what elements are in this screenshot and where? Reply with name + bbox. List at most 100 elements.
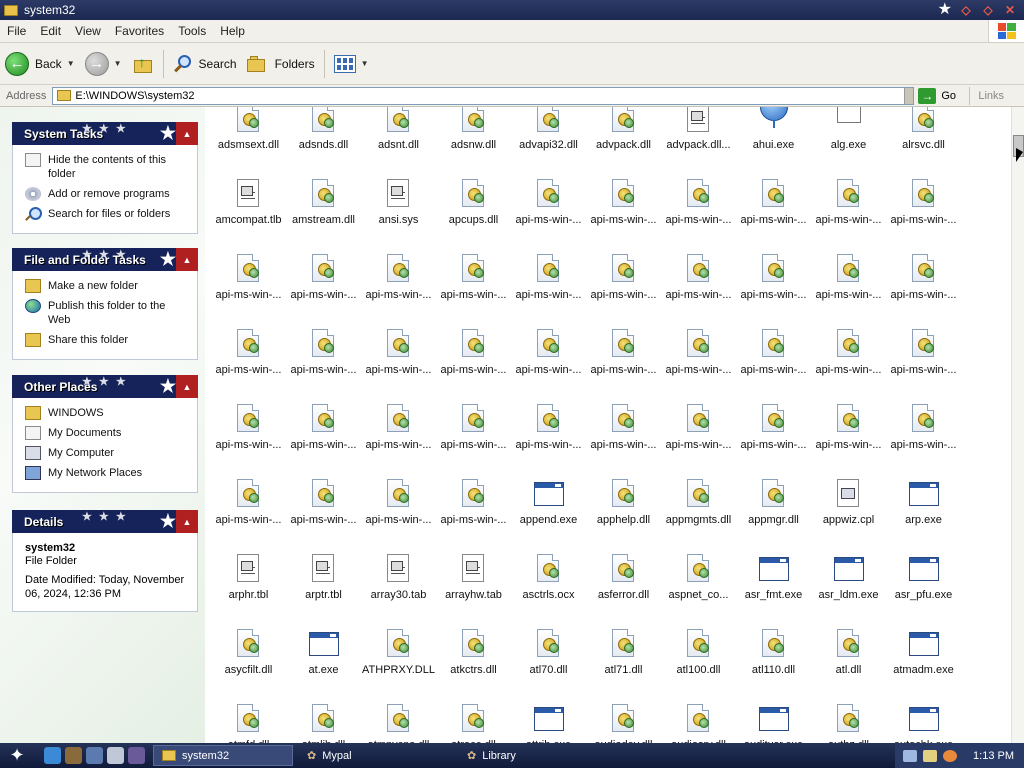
- collapse-chevron-icon[interactable]: ▲: [176, 510, 198, 533]
- file-item[interactable]: api-ms-win-...: [361, 472, 436, 547]
- go-button[interactable]: → Go: [918, 86, 971, 105]
- file-item[interactable]: api-ms-win-...: [511, 397, 586, 472]
- minimize-button[interactable]: ◇: [958, 3, 974, 17]
- file-item[interactable]: api-ms-win-...: [211, 322, 286, 397]
- file-item[interactable]: api-ms-win-...: [436, 472, 511, 547]
- forward-button[interactable]: → ▼: [80, 48, 127, 80]
- player-icon[interactable]: [128, 747, 145, 764]
- file-item[interactable]: atrace.dll: [436, 697, 511, 743]
- file-item[interactable]: advpack.dll: [586, 107, 661, 172]
- file-item[interactable]: api-ms-win-...: [811, 172, 886, 247]
- file-item[interactable]: api-ms-win-...: [286, 247, 361, 322]
- file-item[interactable]: atl100.dll: [661, 622, 736, 697]
- place-my-network[interactable]: My Network Places: [25, 466, 189, 480]
- file-item[interactable]: attrib.exe: [511, 697, 586, 743]
- file-item[interactable]: ATHPRXY.DLL: [361, 622, 436, 697]
- links-toolbar[interactable]: Links: [978, 90, 1004, 102]
- clock[interactable]: 1:13 PM: [973, 750, 1014, 762]
- back-button[interactable]: ← Back ▼: [0, 48, 80, 80]
- file-item[interactable]: audiosrv.dll: [661, 697, 736, 743]
- file-item[interactable]: asferror.dll: [586, 547, 661, 622]
- file-item[interactable]: asr_fmt.exe: [736, 547, 811, 622]
- system-tasks-header[interactable]: ★ ★ ★ System Tasks ★ ▲: [12, 122, 198, 145]
- file-item[interactable]: auditusr.exe: [736, 697, 811, 743]
- file-item[interactable]: api-ms-win-...: [511, 322, 586, 397]
- file-item[interactable]: api-ms-win-...: [661, 397, 736, 472]
- file-item[interactable]: api-ms-win-...: [586, 322, 661, 397]
- forward-dropdown-icon[interactable]: ▼: [114, 59, 122, 68]
- vertical-scrollbar[interactable]: [1011, 107, 1024, 743]
- maximize-button[interactable]: ◇: [980, 3, 996, 17]
- file-item[interactable]: atl71.dll: [586, 622, 661, 697]
- file-item[interactable]: atl70.dll: [511, 622, 586, 697]
- folders-button[interactable]: Folders: [242, 48, 320, 80]
- file-item[interactable]: arptr.tbl: [286, 547, 361, 622]
- keyboard-icon[interactable]: [903, 749, 918, 762]
- file-item[interactable]: adsnw.dll: [436, 107, 511, 172]
- browser-icon[interactable]: [44, 747, 61, 764]
- file-item[interactable]: alrsvc.dll: [886, 107, 961, 172]
- file-item[interactable]: api-ms-win-...: [511, 172, 586, 247]
- file-item[interactable]: ahui.exe: [736, 107, 811, 172]
- file-item[interactable]: ansi.sys: [361, 172, 436, 247]
- file-item[interactable]: api-ms-win-...: [211, 397, 286, 472]
- file-item[interactable]: audiodev.dll: [586, 697, 661, 743]
- address-dropdown-button[interactable]: [904, 87, 914, 104]
- file-item[interactable]: adsmsext.dll: [211, 107, 286, 172]
- file-item[interactable]: api-ms-win-...: [436, 322, 511, 397]
- app-icon[interactable]: [65, 747, 82, 764]
- file-item[interactable]: array30.tab: [361, 547, 436, 622]
- file-item[interactable]: api-ms-win-...: [811, 247, 886, 322]
- network-tray-icon[interactable]: [923, 749, 938, 762]
- file-item[interactable]: advpack.dll...: [661, 107, 736, 172]
- file-item[interactable]: api-ms-win-...: [211, 247, 286, 322]
- details-header[interactable]: ★ ★ ★ Details ★ ▲: [12, 510, 198, 533]
- file-item[interactable]: authz.dll: [811, 697, 886, 743]
- file-item[interactable]: asr_ldm.exe: [811, 547, 886, 622]
- taskbar-button-library[interactable]: ✿ Library: [459, 745, 619, 766]
- search-button[interactable]: Search: [168, 48, 242, 80]
- file-item[interactable]: adsnds.dll: [286, 107, 361, 172]
- file-item[interactable]: advapi32.dll: [511, 107, 586, 172]
- file-item[interactable]: api-ms-win-...: [886, 397, 961, 472]
- file-item[interactable]: api-ms-win-...: [661, 322, 736, 397]
- address-input[interactable]: E:\WINDOWS\system32: [52, 86, 915, 105]
- file-item[interactable]: api-ms-win-...: [736, 172, 811, 247]
- menu-help[interactable]: Help: [213, 24, 252, 38]
- desktop-icon[interactable]: [107, 747, 124, 764]
- file-item[interactable]: api-ms-win-...: [286, 472, 361, 547]
- file-item[interactable]: asr_pfu.exe: [886, 547, 961, 622]
- file-item[interactable]: amstream.dll: [286, 172, 361, 247]
- file-item[interactable]: atmfd.dll: [211, 697, 286, 743]
- menu-tools[interactable]: Tools: [171, 24, 213, 38]
- file-item[interactable]: api-ms-win-...: [661, 247, 736, 322]
- file-item[interactable]: api-ms-win-...: [736, 322, 811, 397]
- file-item[interactable]: atmpvcno.dll: [361, 697, 436, 743]
- file-item[interactable]: api-ms-win-...: [586, 172, 661, 247]
- collapse-chevron-icon[interactable]: ▲: [176, 248, 198, 271]
- file-item[interactable]: api-ms-win-...: [286, 322, 361, 397]
- task-add-remove-programs[interactable]: Add or remove programs: [25, 187, 189, 201]
- file-item[interactable]: apcups.dll: [436, 172, 511, 247]
- file-item[interactable]: appwiz.cpl: [811, 472, 886, 547]
- file-item[interactable]: api-ms-win-...: [436, 247, 511, 322]
- file-item[interactable]: apphelp.dll: [586, 472, 661, 547]
- file-item[interactable]: adsnt.dll: [361, 107, 436, 172]
- file-item[interactable]: arrayhw.tab: [436, 547, 511, 622]
- file-item[interactable]: api-ms-win-...: [586, 247, 661, 322]
- file-item[interactable]: asctrls.ocx: [511, 547, 586, 622]
- back-dropdown-icon[interactable]: ▼: [67, 59, 75, 68]
- task-publish-web[interactable]: Publish this folder to the Web: [25, 299, 189, 327]
- file-item[interactable]: api-ms-win-...: [886, 322, 961, 397]
- taskbar-button-system32[interactable]: system32: [153, 745, 293, 766]
- file-item[interactable]: api-ms-win-...: [811, 397, 886, 472]
- file-item[interactable]: appmgr.dll: [736, 472, 811, 547]
- file-item[interactable]: atmlib.dll: [286, 697, 361, 743]
- other-places-header[interactable]: ★ ★ ★ Other Places ★ ▲: [12, 375, 198, 398]
- place-my-documents[interactable]: My Documents: [25, 426, 189, 440]
- menu-file[interactable]: File: [0, 24, 33, 38]
- file-list-view[interactable]: adsmsext.dll adsnds.dll adsnt.dll adsnw.dll…: [205, 107, 1011, 743]
- file-item[interactable]: api-ms-win-...: [811, 322, 886, 397]
- file-item[interactable]: api-ms-win-...: [361, 247, 436, 322]
- up-button[interactable]: ↑: [127, 48, 159, 80]
